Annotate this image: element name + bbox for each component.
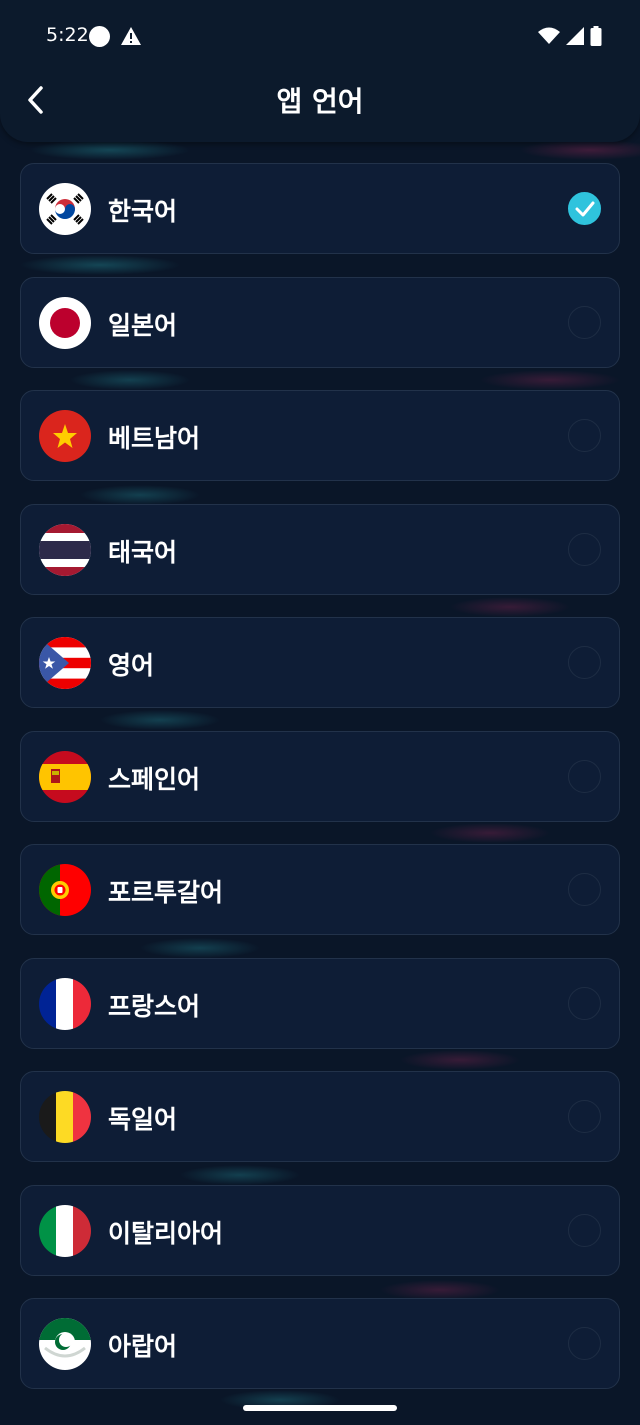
language-item-vietnamese[interactable]: 베트남어 (20, 390, 620, 481)
unselected-radio[interactable] (568, 646, 601, 679)
korea-flag-icon (39, 183, 91, 235)
status-bar: 5:22 (0, 0, 640, 70)
status-time: 5:22 (46, 24, 89, 46)
selected-radio[interactable] (568, 192, 601, 225)
italy-flag-icon (39, 1204, 91, 1257)
wifi-icon (538, 27, 560, 44)
warning-icon (120, 26, 142, 50)
language-label: 아랍어 (108, 1332, 178, 1361)
language-label: 베트남어 (108, 424, 201, 453)
language-item-japanese[interactable]: 일본어 (20, 276, 620, 368)
language-item-german[interactable]: 독일어 (20, 1071, 620, 1162)
unselected-radio[interactable] (568, 419, 601, 452)
spain-flag-icon (39, 750, 91, 803)
language-label: 이탈리아어 (108, 1218, 224, 1248)
france-flag-icon (39, 977, 91, 1030)
language-label: 한국어 (108, 197, 178, 226)
language-item-korean[interactable]: 한국어 (20, 163, 620, 254)
unselected-radio[interactable] (568, 873, 601, 906)
language-label: 영어 (108, 651, 155, 680)
vietnam-flag-icon (39, 410, 91, 462)
japan-flag-icon (39, 296, 91, 349)
battery-icon (590, 26, 602, 46)
status-icons (538, 26, 602, 46)
unselected-radio[interactable] (568, 305, 601, 339)
home-indicator (243, 1405, 397, 1411)
language-label: 프랑스어 (108, 991, 201, 1021)
language-item-english[interactable]: 영어 (20, 617, 620, 708)
notification-dot-icon (89, 26, 110, 47)
language-item-italian[interactable]: 이탈리아어 (20, 1184, 620, 1276)
unselected-radio[interactable] (568, 1213, 601, 1247)
arab-flag-icon (39, 1318, 91, 1370)
language-item-spanish[interactable]: 스페인어 (20, 730, 620, 822)
unselected-radio[interactable] (568, 1327, 601, 1360)
unselected-radio[interactable] (568, 986, 601, 1020)
unselected-radio[interactable] (568, 759, 601, 793)
language-label: 포르투갈어 (108, 878, 224, 907)
unselected-radio[interactable] (568, 1100, 601, 1133)
language-label: 스페인어 (108, 764, 201, 794)
language-label: 일본어 (108, 310, 178, 340)
page-title: 앱 언어 (276, 85, 364, 118)
language-list: 한국어 일본어 베트남어 태국어 영어 스페인어 포르투갈어 프랑스어 독일어 … (20, 163, 620, 1412)
belgium-flag-icon (39, 1091, 91, 1143)
thailand-flag-icon (39, 523, 91, 576)
checkmark-icon (575, 201, 595, 217)
language-item-thai[interactable]: 태국어 (20, 503, 620, 595)
language-item-french[interactable]: 프랑스어 (20, 957, 620, 1049)
puerto-rico-flag-icon (39, 637, 91, 689)
language-item-arabic[interactable]: 아랍어 (20, 1298, 620, 1389)
signal-icon (566, 27, 584, 45)
language-item-portuguese[interactable]: 포르투갈어 (20, 844, 620, 935)
unselected-radio[interactable] (568, 532, 601, 566)
language-label: 태국어 (108, 537, 178, 567)
language-label: 독일어 (108, 1105, 178, 1134)
portugal-flag-icon (39, 864, 91, 916)
